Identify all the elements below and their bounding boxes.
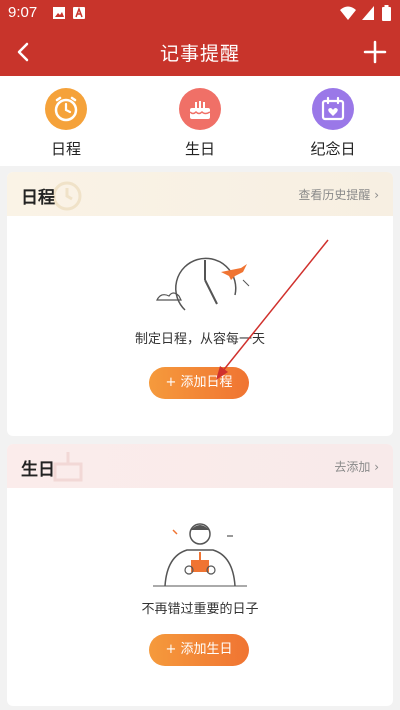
add-icon[interactable] bbox=[360, 37, 390, 67]
birthday-desc: 不再错过重要的日子 bbox=[141, 602, 259, 617]
category-label: 生日 bbox=[184, 140, 215, 158]
category-label: 日程 bbox=[50, 140, 81, 158]
status-bar: 9:07 bbox=[0, 0, 400, 28]
schedule-desc: 制定日程，从容每一天 bbox=[134, 332, 265, 347]
category-label: 纪念日 bbox=[310, 140, 356, 158]
schedule-title: 日程 bbox=[21, 188, 55, 208]
wifi-icon bbox=[340, 6, 356, 20]
calendar-heart-icon bbox=[312, 88, 354, 130]
person-cake-illustration bbox=[153, 523, 247, 587]
schedule-card-header: 日程 查看历史提醒 › bbox=[7, 172, 393, 216]
go-add-link[interactable]: 去添加 › bbox=[334, 458, 379, 475]
notification-a-icon bbox=[73, 6, 85, 19]
page-title: 记事提醒 bbox=[159, 43, 240, 65]
add-schedule-button[interactable]: + 添加日程 bbox=[149, 367, 249, 399]
category-schedule[interactable]: 日程 bbox=[26, 88, 106, 159]
app-bar: 记事提醒 bbox=[0, 28, 400, 76]
signal-icon bbox=[362, 6, 374, 20]
birthday-card-header: 生日 去添加 › bbox=[7, 444, 393, 488]
view-history-link[interactable]: 查看历史提醒 › bbox=[298, 186, 379, 203]
category-row: 日程 生日 纪念日 bbox=[0, 76, 400, 166]
alarm-clock-icon bbox=[45, 88, 87, 130]
birthday-card: 生日 去添加 › 不再错过重要的日子 + 添加生日 bbox=[7, 444, 393, 706]
image-icon bbox=[53, 7, 65, 19]
category-birthday[interactable]: 生日 bbox=[160, 88, 240, 159]
status-time: 9:07 bbox=[8, 4, 38, 21]
category-anniversary[interactable]: 纪念日 bbox=[293, 88, 373, 159]
birthday-title: 生日 bbox=[21, 460, 55, 480]
cake-icon bbox=[179, 88, 221, 130]
schedule-card: 日程 查看历史提醒 › 制定日程，从容每一天 + 添加日程 bbox=[7, 172, 393, 436]
battery-icon bbox=[382, 5, 391, 21]
add-birthday-button[interactable]: + 添加生日 bbox=[149, 634, 249, 666]
clock-plane-illustration bbox=[156, 257, 250, 311]
